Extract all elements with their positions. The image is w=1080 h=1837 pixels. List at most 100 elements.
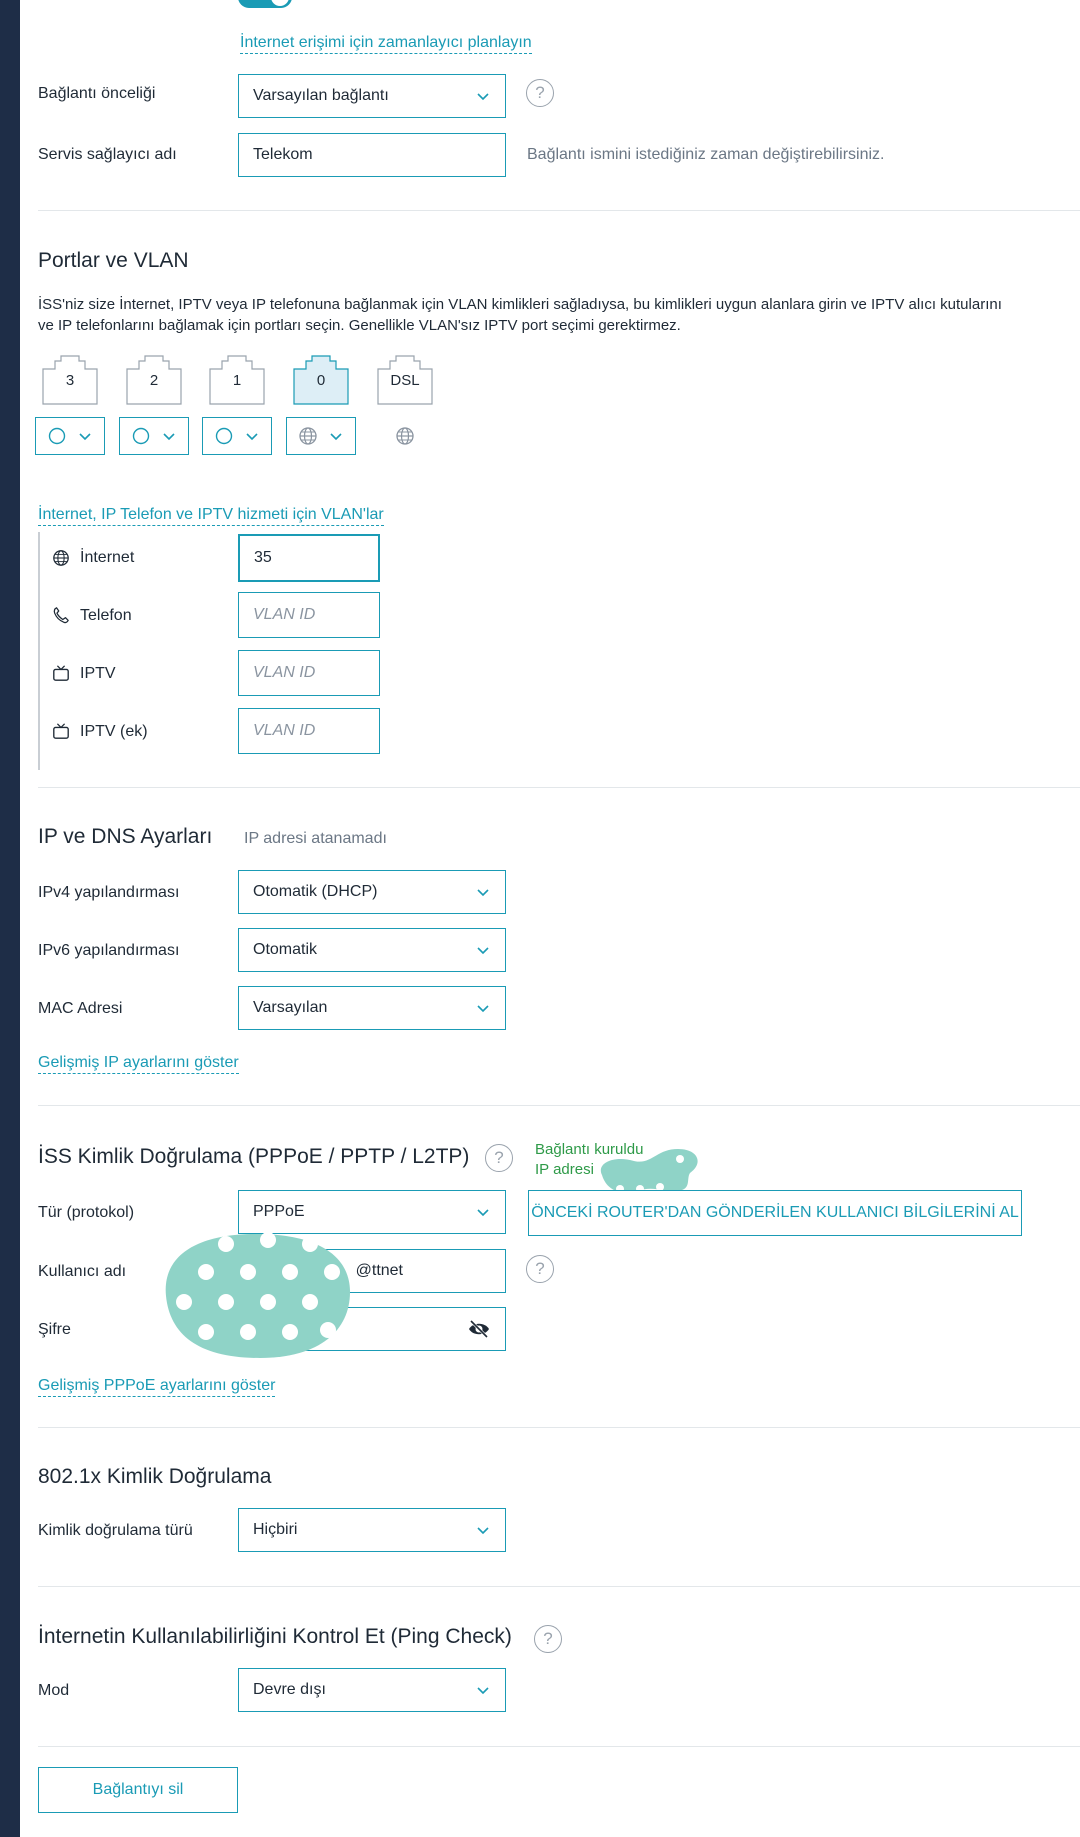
ping-check-title: İnternetin Kullanılabilirliğini Kontrol …: [38, 1625, 512, 1648]
chevron-down-icon: [477, 1005, 489, 1013]
port-label: 2: [149, 372, 159, 389]
chevron-down-icon: [477, 93, 489, 101]
dot1x-type-label: Kimlik doğrulama türü: [38, 1522, 193, 1539]
delete-connection-button[interactable]: Bağlantıyı sil: [38, 1767, 238, 1813]
delete-connection-label: Bağlantıyı sil: [92, 1781, 184, 1798]
vlans-link[interactable]: İnternet, IP Telefon ve IPTV hizmeti içi…: [38, 505, 384, 526]
connection-priority-value: Varsayılan bağlantı: [253, 87, 389, 104]
port-3[interactable]: 3: [42, 355, 98, 405]
port-2[interactable]: 2: [126, 355, 182, 405]
ip-dns-title: IP ve DNS Ayarları: [38, 825, 213, 848]
chevron-down-icon: [477, 889, 489, 897]
chevron-down-icon: [477, 947, 489, 955]
ipv4-value: Otomatik (DHCP): [253, 883, 378, 900]
ports-vlan-description-line2: ve IP telefonlarını bağlamak için portla…: [38, 317, 681, 334]
iptv-vlan-label: IPTV: [80, 665, 116, 682]
protocol-type-label: Tür (protokol): [38, 1204, 135, 1221]
internet-vlan-input[interactable]: 35: [238, 534, 380, 582]
protocol-type-value: PPPoE: [253, 1203, 305, 1220]
ipv6-value: Otomatik: [253, 941, 318, 958]
schedule-toggle[interactable]: [238, 0, 292, 8]
iptv-ek-vlan-label: IPTV (ek): [80, 723, 148, 740]
ipv4-select[interactable]: Otomatik (DHCP): [238, 870, 506, 914]
provider-name-input[interactable]: Telekom: [238, 133, 506, 177]
dot1x-type-select[interactable]: Hiçbiri: [238, 1508, 506, 1552]
provider-name-label: Servis sağlayıcı adı: [38, 146, 177, 163]
divider: [38, 210, 1080, 211]
internet-vlan-value: 35: [254, 549, 272, 566]
divider: [38, 1427, 1080, 1428]
globe-icon: [299, 427, 317, 445]
port-0-mode-select[interactable]: [286, 417, 356, 455]
advanced-pppoe-link[interactable]: Gelişmiş PPPoE ayarlarını göster: [38, 1376, 276, 1397]
mac-select[interactable]: Varsayılan: [238, 986, 506, 1030]
telefon-vlan-row: Telefon: [52, 594, 232, 638]
isp-auth-title: İSS Kimlik Doğrulama (PPPoE / PPTP / L2T…: [38, 1145, 470, 1168]
username-label: Kullanıcı adı: [38, 1263, 127, 1280]
telefon-vlan-input[interactable]: VLAN ID: [238, 592, 380, 638]
port-label: DSL: [390, 372, 420, 389]
isp-auth-help-icon[interactable]: ?: [485, 1144, 513, 1172]
redaction-sticker-large: [165, 1232, 350, 1358]
password-label: Şifre: [38, 1321, 71, 1338]
chevron-down-icon: [477, 1527, 489, 1535]
chevron-down-icon: [330, 433, 342, 441]
port-3-mode-select[interactable]: [35, 417, 105, 455]
mac-value: Varsayılan: [253, 999, 328, 1016]
connection-priority-help-icon[interactable]: ?: [526, 79, 554, 107]
chevron-down-icon: [477, 1209, 489, 1217]
dot1x-type-value: Hiçbiri: [253, 1521, 298, 1538]
username-help-icon[interactable]: ?: [526, 1255, 554, 1283]
tv-icon: [53, 665, 69, 681]
ipv6-select[interactable]: Otomatik: [238, 928, 506, 972]
ping-mode-select[interactable]: Devre dışı: [238, 1668, 506, 1712]
internet-vlan-label: İnternet: [80, 549, 135, 566]
ports-vlan-title: Portlar ve VLAN: [38, 249, 189, 272]
advanced-ip-link[interactable]: Gelişmiş IP ayarlarını göster: [38, 1053, 239, 1074]
dot1x-title: 802.1x Kimlik Doğrulama: [38, 1465, 272, 1488]
ports-vlan-description-line1: İSS'niz size İnternet, IPTV veya IP tele…: [38, 296, 1002, 313]
iptv-vlan-placeholder: VLAN ID: [253, 664, 316, 681]
ping-check-help-icon[interactable]: ?: [534, 1625, 562, 1653]
fetch-button-label: ÖNCEKİ ROUTER'DAN GÖNDERİLEN KULLANICI B…: [531, 1204, 1019, 1221]
port-label: 0: [316, 372, 326, 389]
vlan-list-bar: [38, 532, 40, 770]
chevron-down-icon: [245, 433, 258, 441]
port-1[interactable]: 1: [209, 355, 265, 405]
iptv-ek-vlan-row: IPTV (ek): [52, 710, 232, 754]
port-1-mode-select[interactable]: [202, 417, 272, 455]
port-dsl[interactable]: DSL: [377, 355, 433, 405]
left-sidebar: [0, 0, 20, 1837]
chevron-down-icon: [78, 433, 91, 441]
chevron-down-icon: [162, 433, 175, 441]
fetch-previous-router-credentials-button[interactable]: ÖNCEKİ ROUTER'DAN GÖNDERİLEN KULLANICI B…: [528, 1190, 1022, 1236]
telefon-vlan-label: Telefon: [80, 607, 132, 624]
divider: [38, 1586, 1080, 1587]
circle-icon: [132, 427, 149, 445]
port-2-mode-select[interactable]: [119, 417, 189, 455]
globe-icon: [53, 550, 69, 566]
provider-name-hint: Bağlantı ismini istediğiniz zaman değişt…: [527, 146, 885, 163]
port-label: 3: [65, 372, 75, 389]
divider: [38, 1746, 1080, 1747]
eye-slash-icon[interactable]: [467, 1319, 491, 1339]
schedule-link[interactable]: İnternet erişimi için zamanlayıcı planla…: [240, 33, 532, 54]
port-0[interactable]: 0: [293, 355, 349, 405]
ports-vlan-description: İSS'niz size İnternet, IPTV veya IP tele…: [38, 294, 1080, 336]
iptv-vlan-row: IPTV: [52, 652, 232, 696]
port-label: 1: [232, 372, 242, 389]
mac-label: MAC Adresi: [38, 1000, 123, 1017]
ipv4-label: IPv4 yapılandırması: [38, 884, 180, 901]
telefon-vlan-placeholder: VLAN ID: [253, 606, 316, 623]
ip-dns-status: IP adresi atanamadı: [244, 830, 387, 847]
ping-mode-value: Devre dışı: [253, 1681, 326, 1698]
circle-icon: [215, 427, 232, 445]
divider: [38, 787, 1080, 788]
connection-priority-label: Bağlantı önceliği: [38, 85, 156, 102]
connection-priority-select[interactable]: Varsayılan bağlantı: [238, 74, 506, 118]
tv-icon: [53, 723, 69, 739]
dsl-globe-icon: [395, 426, 415, 451]
iptv-ek-vlan-input[interactable]: VLAN ID: [238, 708, 380, 754]
phone-icon: [53, 607, 69, 624]
iptv-vlan-input[interactable]: VLAN ID: [238, 650, 380, 696]
